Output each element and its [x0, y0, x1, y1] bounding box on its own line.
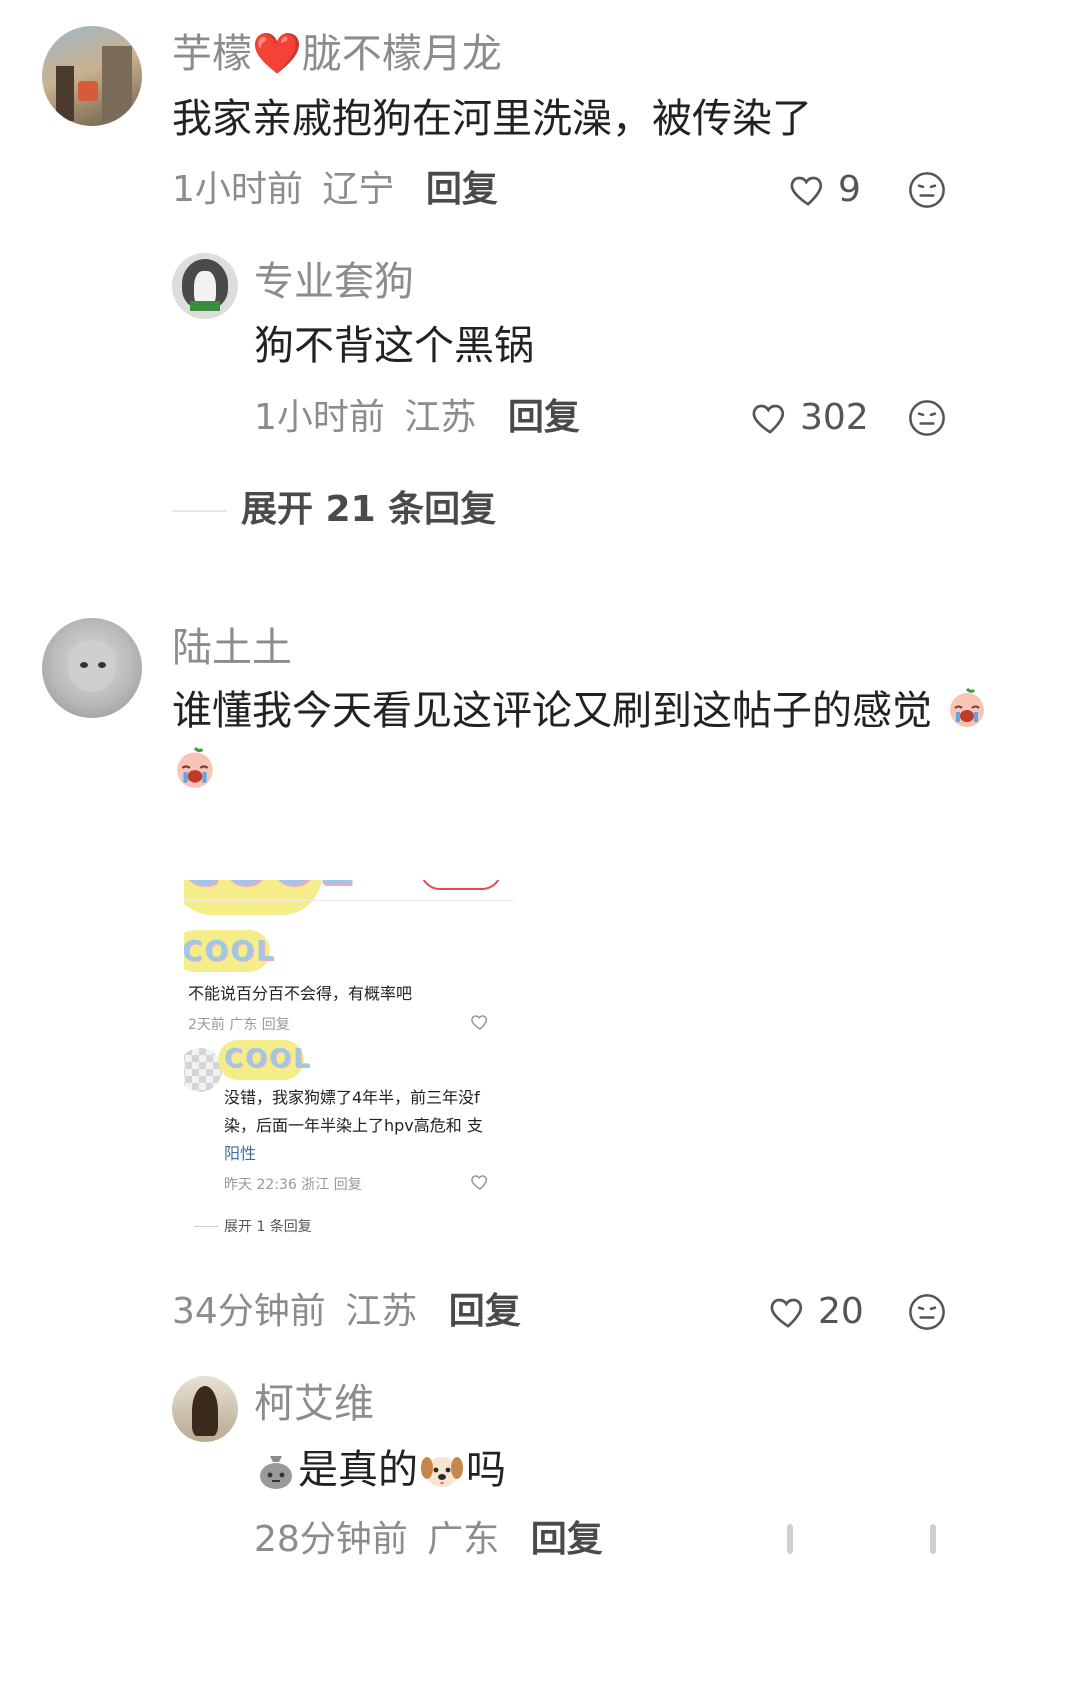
- reply-meta: 1小时前 江苏 回复: [254, 396, 580, 440]
- reply-time: 28分钟前: [254, 1519, 408, 1560]
- like-button[interactable]: 20: [768, 1290, 864, 1334]
- comment-text: 谁懂我今天看见这评论又刷到这帖子的感觉: [172, 686, 989, 735]
- reply-username[interactable]: 专业套狗: [254, 258, 414, 306]
- like-button[interactable]: 9: [788, 168, 861, 212]
- reply-location: 广东: [427, 1519, 500, 1560]
- cool-logo: COOL: [184, 880, 354, 897]
- neutral-face-icon[interactable]: [908, 171, 946, 209]
- comment-time: 34分钟前: [172, 1291, 326, 1332]
- comment-username[interactable]: 陆土土: [172, 624, 292, 672]
- embedded-comment-text: 不能说百分百不会得，有概率吧: [188, 984, 413, 1003]
- comment-location: 辽宁: [322, 169, 395, 210]
- embedded-comment-meta: 2天前 广东 回复: [188, 1017, 290, 1033]
- avatar[interactable]: [172, 253, 238, 319]
- avatar[interactable]: [172, 1376, 238, 1442]
- crying-face-emoji: [177, 746, 213, 788]
- reply-text-part: 是真的: [298, 1447, 418, 1493]
- heart-outline-icon: [752, 404, 785, 434]
- expand-replies-button[interactable]: 展开 21 条回复: [241, 488, 496, 532]
- reply-button[interactable]: 回复: [531, 1519, 603, 1560]
- expand-divider: [172, 510, 227, 512]
- avatar[interactable]: [42, 618, 142, 718]
- comment-meta: 34分钟前 江苏 回复: [172, 1290, 521, 1334]
- heart-outline-icon: [471, 1015, 488, 1031]
- scroll-indicator: [930, 1524, 936, 1554]
- comment-meta: 1小时前 辽宁 回复: [172, 168, 498, 212]
- sack-emoji: [260, 1456, 292, 1489]
- like-button[interactable]: 302: [750, 396, 869, 440]
- cool-logo: COOL: [224, 1044, 312, 1074]
- like-count: 9: [838, 169, 861, 210]
- dog-face-emoji: [421, 1457, 463, 1487]
- like-count: 20: [818, 1291, 864, 1332]
- comment-username[interactable]: 芋檬❤️胧不檬月龙: [172, 30, 502, 78]
- neutral-face-icon[interactable]: [908, 399, 946, 437]
- embedded-comment-text: 阳性: [224, 1144, 257, 1163]
- embedded-comment-meta: 昨天 22:36 浙江 回复: [224, 1177, 362, 1193]
- embedded-comment-text: 染，后面一年半染上了hpv高危和 支: [224, 1116, 483, 1135]
- reply-text: 狗不背这个黑锅: [254, 323, 534, 369]
- comment-image[interactable]: COOL 关注 COOL 不能说百分百不会得，有概率吧 2天前 广东 回复 CO…: [184, 880, 554, 1340]
- reply-username[interactable]: 柯艾维: [254, 1380, 374, 1428]
- reply-text-part: 吗: [466, 1447, 506, 1493]
- comment-text: 我家亲戚抱狗在河里洗澡，被传染了: [172, 96, 812, 142]
- reply-button[interactable]: 回复: [426, 169, 498, 210]
- comment-time: 1小时前: [172, 169, 303, 210]
- scroll-indicator: [787, 1524, 793, 1554]
- reply-button[interactable]: 回复: [508, 397, 580, 438]
- embedded-comment-text: 没错，我家狗嫖了4年半，前三年没f: [224, 1088, 480, 1107]
- heart-outline-icon: [471, 1175, 488, 1191]
- avatar[interactable]: [42, 26, 142, 126]
- reply-button[interactable]: 回复: [449, 1291, 521, 1332]
- reply-meta: 28分钟前 广东 回复: [254, 1518, 603, 1562]
- like-count: 302: [800, 397, 869, 438]
- crying-face-emoji: [949, 687, 984, 727]
- reply-location: 江苏: [404, 397, 477, 438]
- embedded-expand: 展开 1 条回复: [224, 1219, 312, 1235]
- reply-time: 1小时前: [254, 397, 385, 438]
- comment-text-content: 谁懂我今天看见这评论又刷到这帖子的感觉: [172, 688, 932, 734]
- neutral-face-icon[interactable]: [908, 1293, 946, 1331]
- follow-button: 关注: [420, 880, 502, 890]
- heart-outline-icon: [790, 176, 823, 206]
- comment-location: 江苏: [345, 1291, 418, 1332]
- cool-logo: COOL: [184, 934, 276, 967]
- heart-outline-icon: [770, 1298, 803, 1328]
- reply-text: 是真的 吗: [254, 1446, 506, 1494]
